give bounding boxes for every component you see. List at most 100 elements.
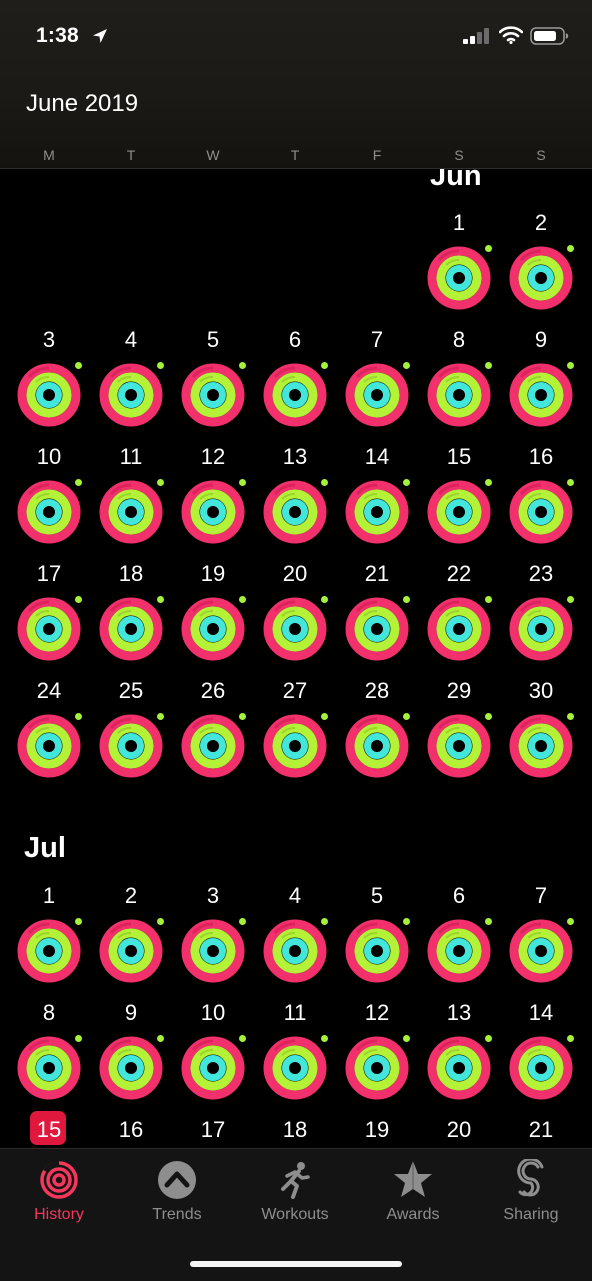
activity-ring[interactable] [17,597,81,661]
weekday-label: W [206,147,220,163]
activity-calendar[interactable]: Jun Jul 1 2 3 4 5 6 7 8 9 10 11 12 13 14 15 16 17 18 19 20 2… [0,0,592,1280]
activity-ring[interactable] [17,480,81,544]
activity-ring[interactable] [99,363,163,427]
activity-ring[interactable] [99,597,163,661]
day-number: 19 [364,1117,390,1142]
stand-goal-dot [485,479,492,486]
activity-ring[interactable] [263,363,327,427]
day-number: 2 [124,883,138,908]
activity-ring[interactable] [427,919,491,983]
activity-ring[interactable] [509,246,573,310]
stand-goal-dot [403,479,410,486]
day-number: 16 [528,444,554,469]
stand-goal-dot [321,713,328,720]
activity-ring[interactable] [99,1036,163,1100]
day-number: 19 [200,561,226,586]
day-number: 18 [118,561,144,586]
tab-trends[interactable]: Trends [127,1149,227,1229]
activity-ring[interactable] [263,714,327,778]
award-star-icon [394,1161,432,1197]
activity-ring[interactable] [509,919,573,983]
activity-ring[interactable] [263,480,327,544]
activity-ring[interactable] [509,597,573,661]
stand-goal-dot [239,362,246,369]
activity-ring[interactable] [181,919,245,983]
stand-goal-dot [157,918,164,925]
activity-ring[interactable] [427,246,491,310]
stand-goal-dot [403,596,410,603]
tab-awards[interactable]: Awards [363,1149,463,1229]
activity-ring[interactable] [181,714,245,778]
stand-goal-dot [75,596,82,603]
tab-label: Workouts [261,1206,329,1223]
weekday-label: M [43,147,55,163]
tab-workouts[interactable]: Workouts [245,1149,345,1229]
stand-goal-dot [157,1035,164,1042]
day-number: 9 [534,327,548,352]
stand-goal-dot [485,596,492,603]
stand-goal-dot [75,362,82,369]
tab-sharing[interactable]: Sharing [481,1149,581,1229]
activity-ring[interactable] [509,480,573,544]
day-number: 5 [206,327,220,352]
activity-ring[interactable] [99,480,163,544]
day-number: 15 [36,1117,62,1142]
stand-goal-dot [75,918,82,925]
activity-ring[interactable] [345,480,409,544]
weekday-label: S [536,147,546,163]
activity-ring[interactable] [509,714,573,778]
stand-goal-dot [485,713,492,720]
activity-ring[interactable] [99,714,163,778]
activity-ring[interactable] [345,1036,409,1100]
activity-ring[interactable] [99,919,163,983]
activity-ring[interactable] [509,1036,573,1100]
activity-ring[interactable] [345,597,409,661]
stand-goal-dot [321,479,328,486]
activity-ring[interactable] [427,597,491,661]
activity-ring[interactable] [509,363,573,427]
activity-ring[interactable] [263,919,327,983]
day-number: 12 [200,444,226,469]
activity-ring[interactable] [427,714,491,778]
day-number: 1 [42,883,56,908]
stand-goal-dot [75,1035,82,1042]
activity-ring[interactable] [17,714,81,778]
activity-ring[interactable] [427,363,491,427]
stand-goal-dot [403,918,410,925]
activity-ring[interactable] [181,597,245,661]
activity-ring[interactable] [181,1036,245,1100]
activity-ring[interactable] [345,919,409,983]
activity-ring[interactable] [17,919,81,983]
tab-label: Awards [386,1206,440,1223]
activity-ring[interactable] [181,480,245,544]
activity-ring[interactable] [17,1036,81,1100]
activity-ring[interactable] [17,363,81,427]
stand-goal-dot [239,713,246,720]
stand-goal-dot [485,1035,492,1042]
activity-ring[interactable] [427,480,491,544]
day-number: 28 [364,678,390,703]
stand-goal-dot [567,362,574,369]
day-number: 15 [446,444,472,469]
day-number: 5 [370,883,384,908]
stand-goal-dot [321,596,328,603]
activity-ring[interactable] [181,363,245,427]
activity-ring[interactable] [263,1036,327,1100]
day-number: 3 [206,883,220,908]
activity-ring[interactable] [263,597,327,661]
stand-goal-dot [157,596,164,603]
day-number: 12 [364,1000,390,1025]
stand-goal-dot [403,713,410,720]
calendar-header: 1:38 June 2019 M T W T F S S [0,0,592,169]
day-number: 10 [200,1000,226,1025]
activity-ring[interactable] [345,363,409,427]
tab-history[interactable]: History [9,1149,109,1229]
activity-ring[interactable] [345,714,409,778]
tab-label: Sharing [503,1206,559,1223]
activity-ring[interactable] [427,1036,491,1100]
day-number: 16 [118,1117,144,1142]
day-number: 18 [282,1117,308,1142]
stand-goal-dot [239,596,246,603]
day-number: 24 [36,678,62,703]
weekday-label: F [372,147,382,163]
